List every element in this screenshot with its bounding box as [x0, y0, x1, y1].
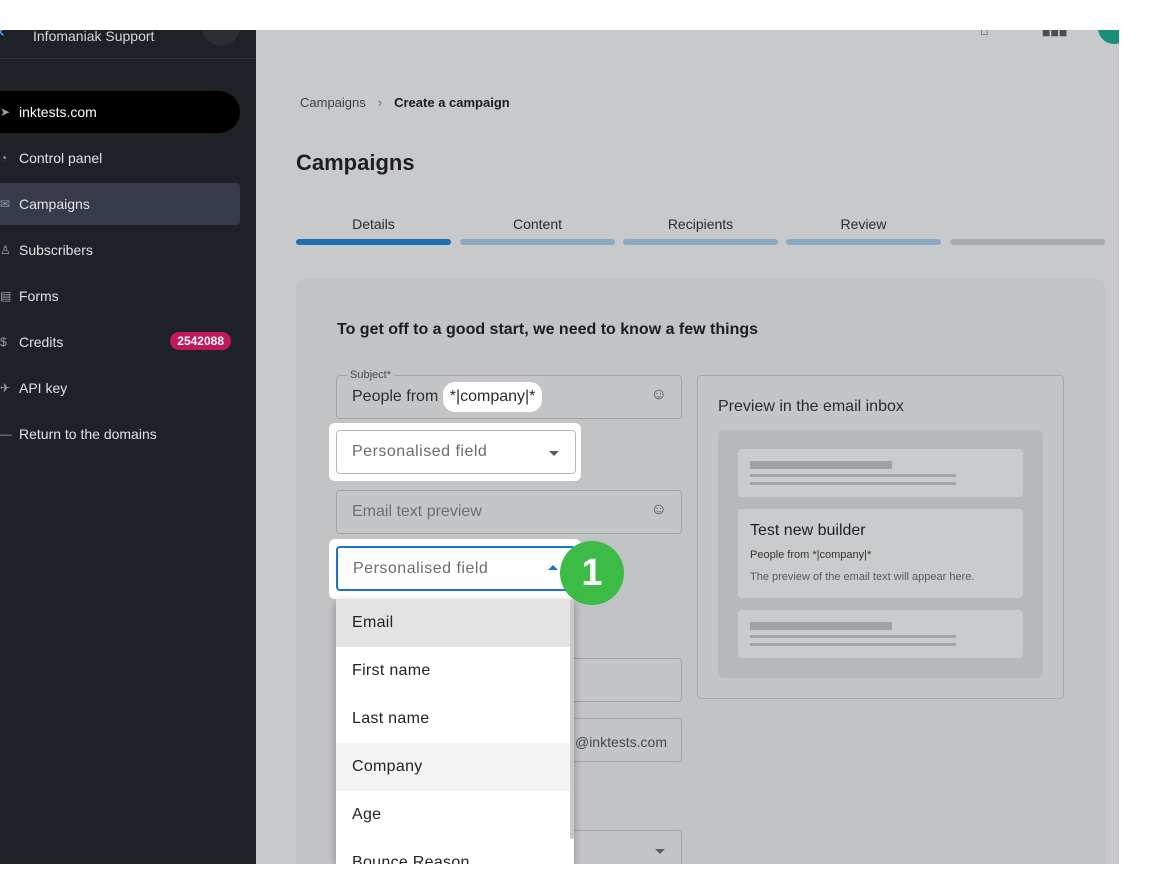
- sidebar-item-label: inktests.com: [19, 104, 97, 120]
- subject-field[interactable]: Subject* People from *|company|* ☺: [336, 369, 682, 419]
- preview-inbox: Test new builder People from *|company|*…: [718, 430, 1043, 678]
- personalised-field-menu: Email First name Last name Company Age B…: [336, 599, 574, 864]
- sidebar-item-label: Subscribers: [19, 242, 93, 258]
- breadcrumb-campaigns[interactable]: Campaigns: [300, 95, 366, 110]
- gauge-icon: ◔: [0, 151, 8, 165]
- step-content[interactable]: Content: [460, 216, 615, 232]
- select-value: Personalised field: [353, 560, 489, 577]
- personalised-field-select-2[interactable]: Personalised field: [336, 546, 576, 591]
- main-content: Campaigns › Create a campaign Campaigns De…: [256, 30, 1119, 864]
- form-icon: ▤: [0, 289, 12, 303]
- preview-placeholder-card: [738, 449, 1023, 497]
- preview-placeholder-card: [738, 610, 1023, 658]
- step-bar-recipients: [623, 239, 778, 245]
- paper-plane-icon: ➤: [0, 105, 11, 119]
- sidebar-item-subscribers[interactable]: ♙ Subscribers: [0, 229, 240, 271]
- sidebar-item-label: Credits: [19, 334, 64, 350]
- menu-item-age[interactable]: Age: [336, 791, 574, 839]
- sidebar-item-domain[interactable]: ➤ inktests.com: [0, 91, 240, 133]
- sidebar-item-label: API key: [19, 380, 68, 396]
- email-preview-placeholder: Email text preview: [352, 503, 482, 520]
- sidebar-item-api-key[interactable]: ✈ API key: [0, 367, 240, 409]
- step-bar-review: [786, 239, 941, 245]
- money-bag-icon: $: [0, 335, 7, 349]
- chevron-up-icon: [548, 565, 558, 570]
- sidebar-item-label: Campaigns: [19, 196, 90, 212]
- sidebar-item-campaigns[interactable]: ✉ Campaigns: [0, 183, 240, 225]
- menu-item-first-name[interactable]: First name: [336, 647, 574, 695]
- sidebar-header: ✕ Infomaniak Support: [0, 30, 256, 59]
- preview-email-card: Test new builder People from *|company|*…: [738, 509, 1023, 598]
- preview-title: Preview in the email inbox: [718, 398, 904, 415]
- chevron-right-icon: ›: [377, 95, 383, 110]
- mail-icon: ✉: [0, 197, 11, 211]
- emoji-icon[interactable]: ☺: [651, 501, 667, 519]
- preview-subject: People from *|company|*: [750, 549, 872, 561]
- logo-icon: ✕: [0, 30, 10, 40]
- menu-item-email[interactable]: Email: [336, 599, 574, 647]
- chevron-down-icon: [549, 451, 559, 456]
- emoji-icon[interactable]: ☺: [651, 386, 667, 404]
- breadcrumb-current: Create a campaign: [394, 95, 510, 110]
- step-recipients[interactable]: Recipients: [623, 216, 778, 232]
- subject-prefix: People from: [352, 388, 439, 405]
- breadcrumb: Campaigns › Create a campaign: [300, 95, 510, 110]
- chevron-down-icon: [655, 849, 665, 854]
- app-window: ✕ Infomaniak Support ➤ inktests.com ◔ Co…: [0, 30, 1119, 864]
- sidebar-item-credits[interactable]: $ Credits 2542088: [0, 321, 240, 363]
- dash-icon: —: [0, 427, 12, 441]
- page-title: Campaigns: [296, 150, 415, 175]
- rocket-icon: ✈: [0, 381, 11, 395]
- sidebar-item-label: Return to the domains: [19, 426, 157, 442]
- inbox-preview: Preview in the email inbox Test new buil…: [697, 375, 1064, 699]
- people-icon: ♙: [0, 243, 11, 257]
- sidebar-item-label: Control panel: [19, 150, 103, 166]
- step-bar-extra: [950, 239, 1105, 245]
- card-heading: To get off to a good start, we need to k…: [337, 321, 759, 338]
- step-bar-content: [460, 239, 615, 245]
- sidebar-item-return[interactable]: — Return to the domains: [0, 413, 240, 455]
- menu-item-bounce-reason[interactable]: Bounce Reason: [336, 839, 574, 864]
- step-marker: 1: [560, 541, 624, 605]
- org-switch-button[interactable]: [202, 30, 240, 46]
- subject-tag: *|company|*: [442, 382, 543, 412]
- credits-badge: 2542088: [170, 332, 231, 350]
- step-details[interactable]: Details: [296, 216, 451, 232]
- personalised-field-select-1[interactable]: Personalised field: [336, 430, 576, 474]
- menu-item-last-name[interactable]: Last name: [336, 695, 574, 743]
- select-value: Personalised field: [352, 443, 488, 460]
- subject-label: Subject*: [347, 369, 394, 381]
- sidebar-item-label: Forms: [19, 288, 59, 304]
- sidebar: ✕ Infomaniak Support ➤ inktests.com ◔ Co…: [0, 30, 256, 864]
- preview-text: The preview of the email text will appea…: [750, 571, 975, 583]
- sidebar-item-control-panel[interactable]: ◔ Control panel: [0, 137, 240, 179]
- org-name[interactable]: Infomaniak Support: [33, 30, 154, 44]
- step-review[interactable]: Review: [786, 216, 941, 232]
- sidebar-item-forms[interactable]: ▤ Forms: [0, 275, 240, 317]
- email-preview-field[interactable]: Email text preview ☺: [336, 490, 682, 534]
- preview-sender: Test new builder: [750, 522, 866, 539]
- step-bar-details: [296, 239, 451, 245]
- sender-domain: @inktests.com: [574, 734, 667, 750]
- menu-scrollbar[interactable]: [570, 599, 574, 839]
- menu-item-company[interactable]: Company: [336, 743, 574, 791]
